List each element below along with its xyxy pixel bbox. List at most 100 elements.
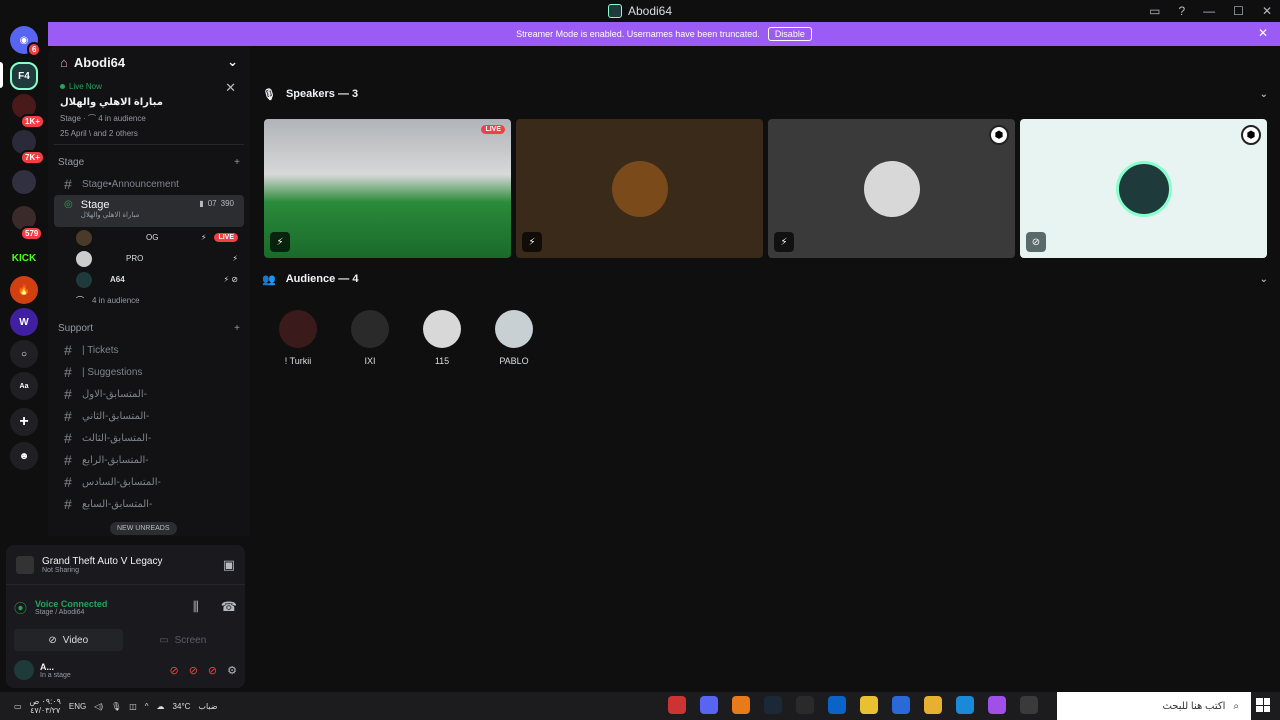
live-event-card[interactable]: Live Now ✕ مباراة الاهلي والهلال Stage ·… bbox=[54, 78, 244, 145]
channel-contest[interactable]: # المتسابق-الثاني- bbox=[54, 405, 244, 427]
add-channel-icon[interactable]: + bbox=[234, 157, 240, 168]
windows-start-icon[interactable] bbox=[1256, 698, 1270, 712]
disable-button[interactable]: Disable bbox=[767, 27, 812, 41]
steam-icon[interactable] bbox=[764, 696, 782, 714]
avatar bbox=[495, 310, 533, 348]
live-now-label: Live Now bbox=[60, 82, 238, 91]
chevron-down-icon[interactable]: ⌄ bbox=[1260, 89, 1268, 100]
channel-contest[interactable]: # المتسابق-الاول- bbox=[54, 383, 244, 405]
server-icon: ⌂ bbox=[60, 54, 68, 70]
discord-icon[interactable] bbox=[700, 696, 718, 714]
copilot-icon[interactable] bbox=[988, 696, 1006, 714]
outlook-icon[interactable] bbox=[828, 696, 846, 714]
channel-suggestions[interactable]: # | Suggestions bbox=[54, 361, 244, 383]
hash-icon: # bbox=[64, 408, 72, 424]
help-icon[interactable]: ? bbox=[1178, 4, 1185, 18]
channel-tickets[interactable]: # | Tickets bbox=[54, 339, 244, 361]
video-button[interactable]: ⊘ Video bbox=[14, 629, 123, 651]
screen-icon: ▭ bbox=[159, 634, 169, 646]
kick-server-icon[interactable]: KICK bbox=[10, 244, 38, 272]
channel-announcement[interactable]: # Stage•Announcement bbox=[54, 173, 244, 195]
avatar bbox=[76, 271, 92, 288]
speaker-tile[interactable]: ⬢ ⚡ bbox=[768, 119, 1015, 258]
share-screen-icon[interactable]: ▣ bbox=[223, 557, 235, 573]
ring-server-icon[interactable]: ○ bbox=[10, 340, 38, 368]
audience-member[interactable]: ! Turkii bbox=[262, 310, 334, 366]
audience-member[interactable]: IXI bbox=[334, 310, 406, 366]
close-banner-icon[interactable]: ✕ bbox=[1258, 26, 1268, 40]
voice-status: ⦿ Voice Connected Stage / Abodi64 ⫼ ☎ bbox=[6, 585, 245, 629]
stage-user[interactable]: A64 ⚡ ⊘ bbox=[48, 269, 250, 290]
screen-button[interactable]: ▭ Screen bbox=[128, 629, 237, 651]
app-icon[interactable] bbox=[668, 696, 686, 714]
add-server-icon[interactable]: + bbox=[10, 408, 38, 436]
edge-icon[interactable] bbox=[956, 696, 974, 714]
camera-off-icon[interactable]: ⊘ bbox=[169, 664, 178, 677]
new-unreads-pill[interactable]: NEW UNREADS bbox=[110, 522, 177, 535]
channel-contest[interactable]: # المتسابق-السادس- bbox=[54, 471, 244, 493]
server-abodi64-icon[interactable]: F4 bbox=[10, 62, 38, 90]
wp-server-icon[interactable]: W bbox=[10, 308, 38, 336]
add-channel-icon[interactable]: + bbox=[234, 323, 240, 334]
mic-off-icon[interactable]: ⊘ bbox=[189, 664, 198, 677]
fire-server-icon[interactable]: 🔥 bbox=[10, 276, 38, 304]
app-icon[interactable] bbox=[796, 696, 814, 714]
speakers-header[interactable]: 🎙 Speakers — 3 ⌄ bbox=[250, 82, 1280, 106]
server-b-badge: 7K+ bbox=[20, 150, 45, 165]
channel-stage[interactable]: ◎ Stage مباراة الاهلي والهلال ▮ 07 390 bbox=[54, 195, 244, 227]
settings-gear-icon[interactable]: ⚙ bbox=[227, 664, 237, 677]
close-button[interactable]: ✕ bbox=[1262, 4, 1272, 18]
audience-count[interactable]: ⌒ 4 in audience bbox=[48, 290, 250, 311]
selected-pill bbox=[0, 62, 3, 88]
volume-icon[interactable]: ◁) bbox=[94, 702, 103, 711]
hash-icon: # bbox=[64, 176, 72, 192]
close-icon[interactable]: ✕ bbox=[225, 80, 236, 96]
chrome-icon[interactable] bbox=[860, 696, 878, 714]
voice-location[interactable]: Stage / Abodi64 bbox=[35, 609, 107, 616]
stage-main: 🎙 Speakers — 3 ⌄ LIVE ⚡ ⚡ ⬢ ⚡ ⬢ ⊘ 👥 Audi… bbox=[250, 46, 1280, 692]
maximize-button[interactable]: ☐ bbox=[1233, 4, 1244, 18]
noise-suppression-icon[interactable]: ⫼ bbox=[193, 599, 199, 615]
audience-member[interactable]: 115 bbox=[406, 310, 478, 366]
task-view-icon[interactable] bbox=[1020, 696, 1038, 714]
tray-chevron-icon[interactable]: ^ bbox=[145, 702, 149, 711]
app-icon[interactable] bbox=[732, 696, 750, 714]
file-explorer-icon[interactable] bbox=[924, 696, 942, 714]
server-header[interactable]: ⌂ Abodi64 ⌄ bbox=[48, 46, 250, 78]
video-icon: ▮ bbox=[199, 199, 204, 208]
mic-muted-icon: ⚡ bbox=[232, 254, 238, 263]
language-indicator[interactable]: ENG bbox=[69, 702, 86, 711]
server-d-badge: 579 bbox=[20, 226, 44, 241]
audience-member[interactable]: PABLO bbox=[478, 310, 550, 366]
notification-icon[interactable]: ▭ bbox=[14, 702, 22, 711]
live-event-attendees: 25 April \ and 2 others bbox=[60, 129, 138, 138]
moderator-icon: ⬢ bbox=[1241, 125, 1261, 145]
minimize-button[interactable]: — bbox=[1203, 4, 1215, 18]
store-icon[interactable] bbox=[892, 696, 910, 714]
channel-contest[interactable]: # المتسابق-الرابع- bbox=[54, 449, 244, 471]
stage-user[interactable]: OG ⚡ LIVE bbox=[48, 227, 250, 248]
weather-temp[interactable]: 34°C bbox=[173, 702, 191, 711]
stage-user[interactable]: PRO ⚡ bbox=[48, 248, 250, 269]
network-icon[interactable]: ◫ bbox=[129, 702, 137, 711]
inbox-icon[interactable]: ▭ bbox=[1149, 4, 1160, 18]
discover-icon[interactable]: ☻ bbox=[10, 442, 38, 470]
search-box[interactable]: اكتب هنا للبحث ⌕ bbox=[1057, 692, 1251, 720]
username: A... bbox=[40, 661, 55, 672]
channel-contest[interactable]: # المتسابق-السابع- bbox=[54, 493, 244, 515]
deafen-icon[interactable]: ⊘ bbox=[208, 664, 217, 677]
disconnect-icon[interactable]: ☎ bbox=[221, 599, 237, 615]
speaker-tile-stream[interactable]: LIVE ⚡ bbox=[264, 119, 511, 258]
category-support[interactable]: Support + bbox=[48, 317, 250, 339]
category-stage[interactable]: Stage + bbox=[48, 151, 250, 173]
mic-icon[interactable]: 🎙 bbox=[111, 702, 121, 711]
chevron-down-icon[interactable]: ⌄ bbox=[1260, 274, 1268, 285]
channel-contest[interactable]: # المتسابق-الثالث- bbox=[54, 427, 244, 449]
speaker-tile[interactable]: ⚡ bbox=[516, 119, 763, 258]
windows-taskbar: ▭ ٠٩:٠٩ ص ٤٧/٠٣/٢٧ ENG ◁) 🎙 ◫ ^ ☁ 34°C ض… bbox=[0, 692, 1280, 720]
speaker-tile[interactable]: ⬢ ⊘ bbox=[1020, 119, 1267, 258]
avatar[interactable] bbox=[14, 660, 34, 680]
folder-server-icon[interactable]: Aa bbox=[10, 372, 38, 400]
server-c-icon[interactable] bbox=[12, 170, 36, 194]
audience-header[interactable]: 👥 Audience — 4 ⌄ bbox=[250, 267, 1280, 291]
